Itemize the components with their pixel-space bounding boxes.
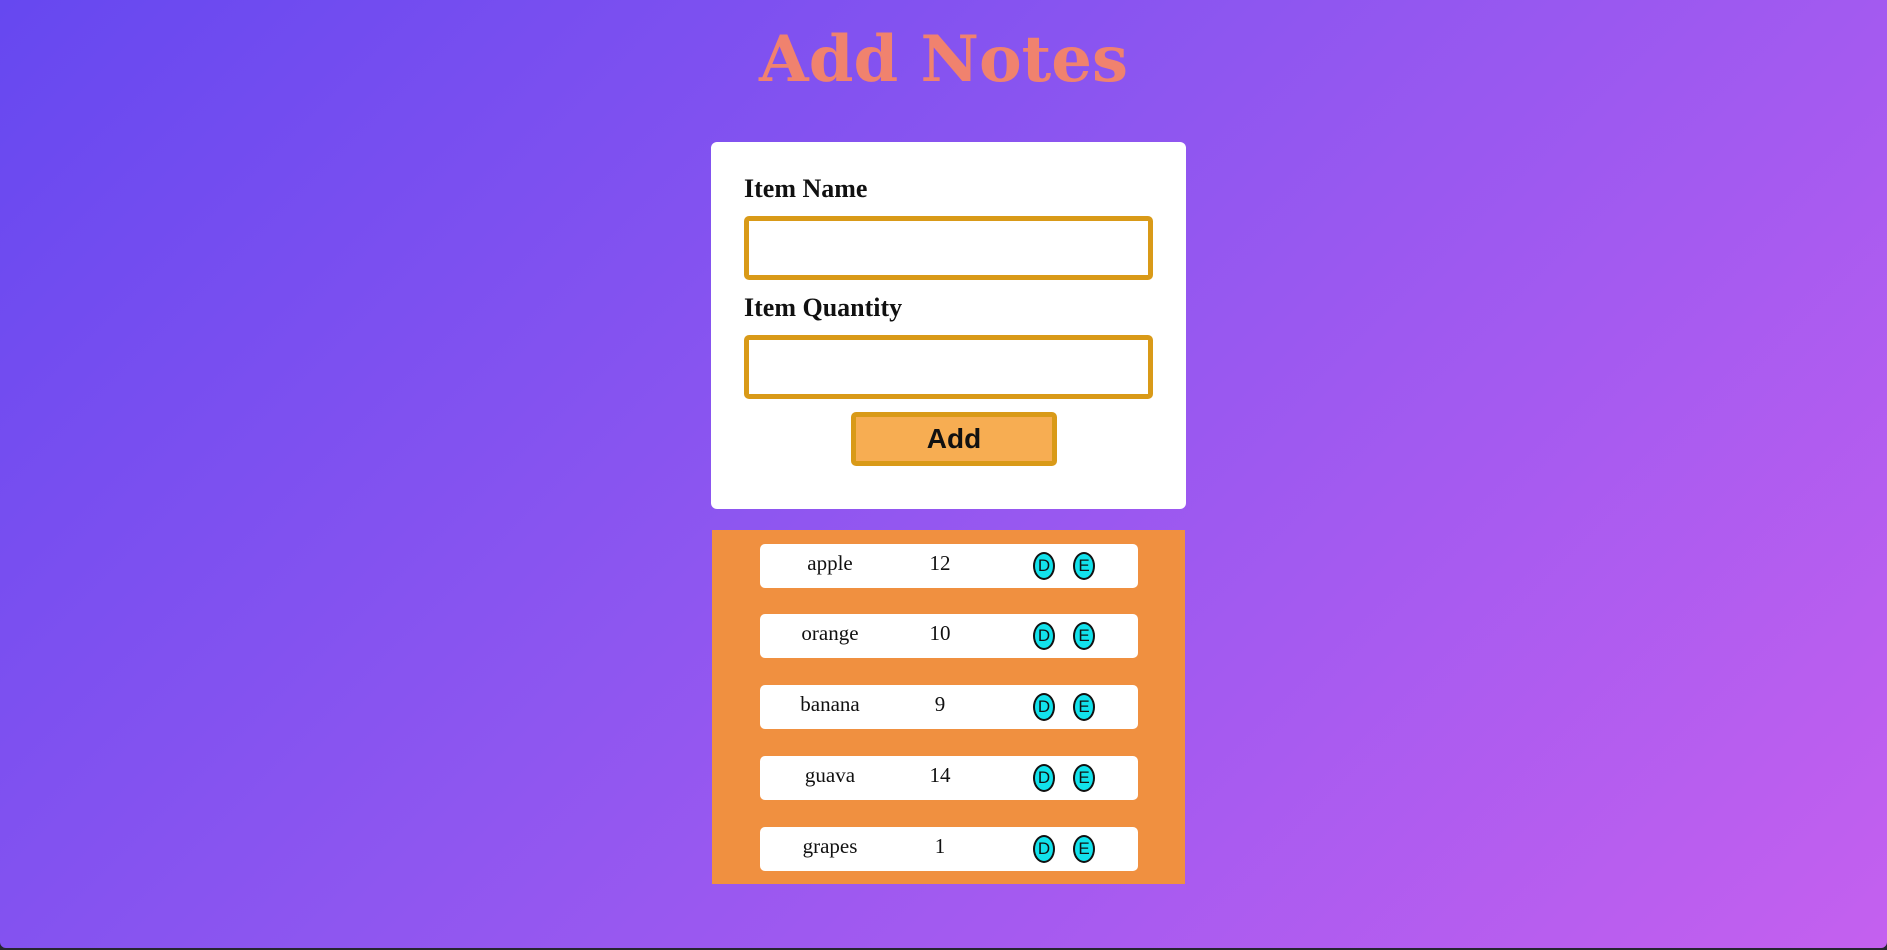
delete-button[interactable]: D: [1033, 552, 1055, 580]
list-item: grapes 1 D E: [760, 827, 1138, 871]
item-name: apple: [807, 551, 853, 575]
edit-button[interactable]: E: [1073, 764, 1095, 792]
app-page: Add Notes Item Name Item Quantity Add ap…: [0, 0, 1887, 948]
delete-button[interactable]: D: [1033, 835, 1055, 863]
item-quantity-input[interactable]: [744, 335, 1153, 399]
list-item: banana 9 D E: [760, 685, 1138, 729]
list-item: guava 14 D E: [760, 756, 1138, 800]
page-title: Add Notes: [759, 22, 1128, 97]
delete-button[interactable]: D: [1033, 622, 1055, 650]
delete-button[interactable]: D: [1033, 693, 1055, 721]
list-item: orange 10 D E: [760, 614, 1138, 658]
item-quantity: 1: [934, 834, 946, 858]
edit-button[interactable]: E: [1073, 693, 1095, 721]
add-item-form: Item Name Item Quantity Add: [711, 142, 1186, 509]
delete-button[interactable]: D: [1033, 764, 1055, 792]
add-button[interactable]: Add: [851, 412, 1057, 466]
item-name: guava: [804, 763, 856, 787]
item-quantity: 14: [929, 763, 951, 787]
item-name: banana: [800, 692, 860, 716]
edit-button[interactable]: E: [1073, 552, 1095, 580]
item-quantity: 10: [929, 621, 951, 645]
item-name: grapes: [802, 834, 858, 858]
item-name-input[interactable]: [744, 216, 1153, 280]
list-item: apple 12 D E: [760, 544, 1138, 588]
item-quantity: 12: [929, 551, 951, 575]
edit-button[interactable]: E: [1073, 622, 1095, 650]
item-name: orange: [801, 621, 859, 645]
item-quantity: 9: [934, 692, 946, 716]
edit-button[interactable]: E: [1073, 835, 1095, 863]
item-name-label: Item Name: [744, 174, 868, 203]
items-list: apple 12 D E orange 10 D E banana 9 D E …: [712, 530, 1185, 884]
item-quantity-label: Item Quantity: [744, 293, 903, 322]
